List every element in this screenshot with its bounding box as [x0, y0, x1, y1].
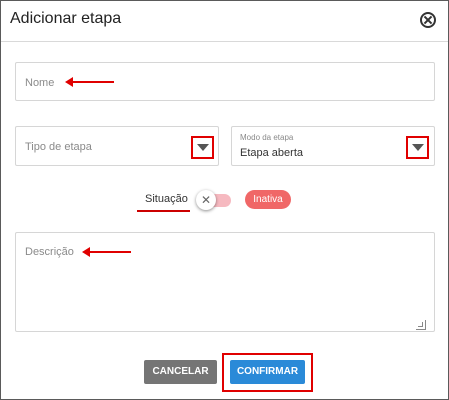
- close-icon[interactable]: [420, 12, 436, 28]
- status-toggle[interactable]: ✕: [196, 190, 216, 210]
- annotation-underline-status: [137, 210, 190, 212]
- annotation-arrow-description: [82, 247, 131, 257]
- annotation-arrow-name: [65, 77, 114, 87]
- stage-type-select[interactable]: Tipo de etapa: [15, 126, 219, 166]
- stage-mode-label: Modo da etapa: [240, 133, 294, 142]
- dialog-title: Adicionar etapa: [10, 10, 122, 27]
- status-badge: Inativa: [245, 190, 291, 209]
- dialog-header: Adicionar etapa: [1, 1, 448, 42]
- chevron-down-icon: [412, 144, 424, 151]
- stage-mode-value: Etapa aberta: [240, 147, 303, 159]
- stage-type-placeholder: Tipo de etapa: [25, 141, 92, 153]
- stage-mode-select[interactable]: Modo da etapa Etapa aberta: [231, 126, 435, 166]
- x-icon: ✕: [200, 193, 212, 207]
- cancel-button[interactable]: CANCELAR: [144, 360, 217, 384]
- status-label: Situação: [145, 193, 188, 205]
- chevron-down-icon: [197, 144, 209, 151]
- description-placeholder: Descrição: [25, 246, 74, 258]
- add-stage-dialog: Adicionar etapa Nome Tipo de etapa Modo …: [0, 0, 449, 400]
- stage-mode-dropdown-button[interactable]: [406, 136, 429, 159]
- description-textarea[interactable]: Descrição: [15, 232, 435, 332]
- resize-handle-icon[interactable]: [416, 320, 426, 330]
- confirm-button[interactable]: CONFIRMAR: [230, 360, 305, 384]
- name-placeholder: Nome: [25, 77, 55, 89]
- stage-type-dropdown-button[interactable]: [191, 136, 214, 159]
